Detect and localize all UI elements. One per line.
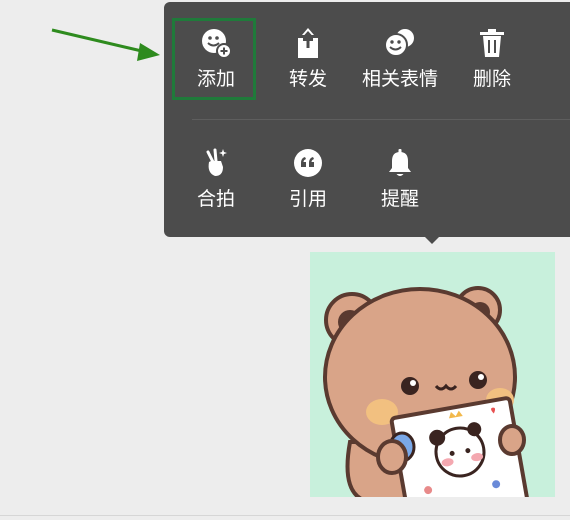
related-stickers-icon <box>383 26 417 60</box>
sticker-message[interactable] <box>310 252 555 497</box>
menu-item-quote[interactable]: 引用 <box>262 126 354 222</box>
quote-icon <box>291 146 325 180</box>
bottom-divider <box>0 515 570 516</box>
bear-sticker-image <box>323 286 530 497</box>
annotation-highlight-box <box>172 18 256 100</box>
menu-item-related-stickers[interactable]: 相关表情 <box>354 2 446 98</box>
menu-item-multi-select[interactable]: 多 <box>538 2 570 98</box>
menu-item-label: 合拍 <box>196 188 235 210</box>
menu-item-remind[interactable]: 提醒 <box>354 126 446 222</box>
menu-pointer <box>424 236 440 244</box>
bell-icon <box>383 146 417 180</box>
menu-item-together-photo[interactable]: 合拍 <box>170 126 262 222</box>
menu-item-label: 引用 <box>288 188 327 210</box>
trash-icon <box>475 26 509 60</box>
together-photo-icon <box>199 146 233 180</box>
menu-item-label: 提醒 <box>380 188 419 210</box>
menu-item-label: 删除 <box>472 68 511 90</box>
menu-item-delete[interactable]: 删除 <box>446 2 538 98</box>
menu-item-label: 相关表情 <box>361 68 438 90</box>
menu-item-forward[interactable]: 转发 <box>262 2 354 98</box>
share-icon <box>291 26 325 60</box>
menu-item-label: 转发 <box>288 68 327 90</box>
menu-divider <box>192 119 570 120</box>
